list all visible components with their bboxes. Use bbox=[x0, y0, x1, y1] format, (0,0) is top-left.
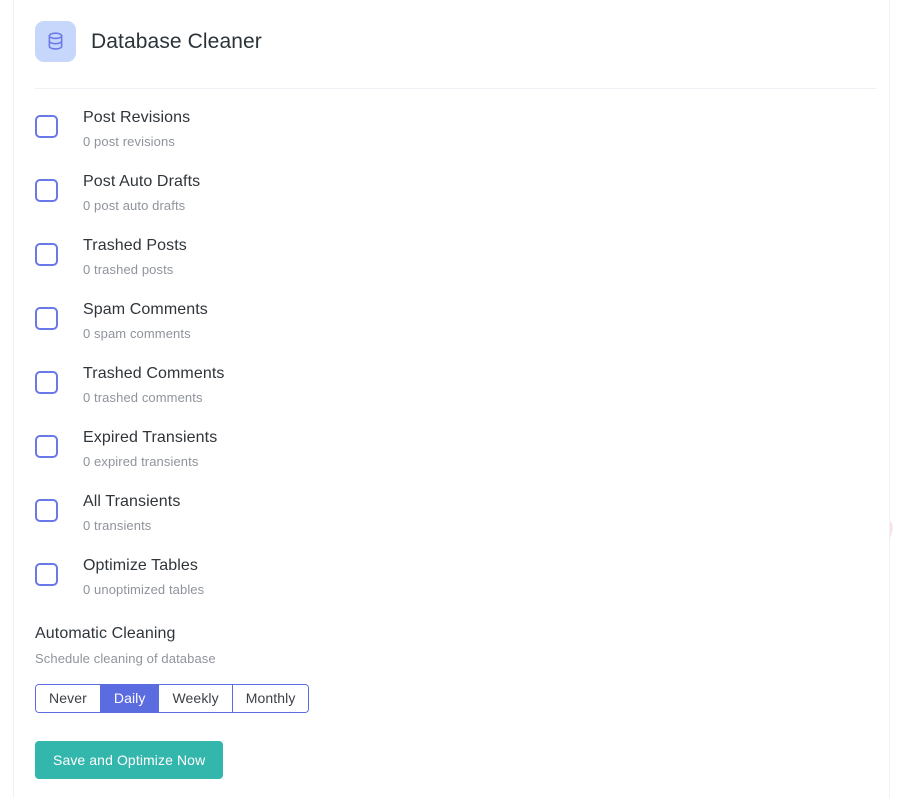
list-item-count: 0 trashed posts bbox=[83, 262, 174, 277]
schedule-option-weekly[interactable]: Weekly bbox=[159, 685, 233, 712]
list-item-text: Trashed Comments 0 trashed comments bbox=[35, 363, 889, 408]
checkbox-optimize-tables[interactable] bbox=[35, 563, 58, 586]
checkbox-expired-transients[interactable] bbox=[35, 435, 58, 458]
list-item-count: 0 transients bbox=[83, 518, 152, 533]
list-item: Spam Comments 0 spam comments bbox=[14, 299, 889, 363]
schedule-option-never[interactable]: Never bbox=[36, 685, 101, 712]
automatic-cleaning-title: Automatic Cleaning bbox=[35, 625, 176, 642]
checkbox-post-revisions[interactable] bbox=[35, 115, 58, 138]
page-title: Database Cleaner bbox=[91, 30, 262, 53]
list-item: Post Revisions 0 post revisions bbox=[14, 107, 889, 171]
list-item-text: Optimize Tables 0 unoptimized tables bbox=[35, 555, 889, 600]
card-header: Database Cleaner bbox=[14, 0, 889, 89]
page-root: https://www.pythonthree.com 晓得博客 Databas… bbox=[0, 0, 901, 798]
list-item: All Transients 0 transients bbox=[14, 491, 889, 555]
cleanup-item-list: Post Revisions 0 post revisions Post Aut… bbox=[14, 88, 889, 619]
header-divider bbox=[35, 88, 876, 89]
checkbox-all-transients[interactable] bbox=[35, 499, 58, 522]
list-item-label: Spam Comments bbox=[83, 301, 208, 318]
list-item-text: Trashed Posts 0 trashed posts bbox=[35, 235, 889, 280]
list-item: Post Auto Drafts 0 post auto drafts bbox=[14, 171, 889, 235]
list-item-label: All Transients bbox=[83, 493, 181, 510]
list-item-label: Optimize Tables bbox=[83, 557, 199, 574]
schedule-option-monthly[interactable]: Monthly bbox=[232, 685, 309, 712]
database-icon bbox=[35, 21, 76, 62]
list-item-text: Post Revisions 0 post revisions bbox=[35, 107, 889, 152]
schedule-segmented-control[interactable]: Never Daily Weekly Monthly bbox=[35, 684, 310, 713]
schedule-option-daily[interactable]: Daily bbox=[100, 685, 160, 712]
checkbox-trashed-posts[interactable] bbox=[35, 243, 58, 266]
list-item-text: Spam Comments 0 spam comments bbox=[35, 299, 889, 344]
list-item-label: Trashed Posts bbox=[83, 237, 187, 254]
list-item-count: 0 post revisions bbox=[83, 134, 175, 149]
list-item-text: Post Auto Drafts 0 post auto drafts bbox=[35, 171, 889, 216]
list-item: Optimize Tables 0 unoptimized tables bbox=[14, 555, 889, 619]
checkbox-trashed-comments[interactable] bbox=[35, 371, 58, 394]
list-item-count: 0 post auto drafts bbox=[83, 198, 186, 213]
database-cleaner-card: Database Cleaner Post Revisions 0 post r… bbox=[13, 0, 890, 798]
checkbox-spam-comments[interactable] bbox=[35, 307, 58, 330]
save-and-optimize-button[interactable]: Save and Optimize Now bbox=[35, 741, 224, 779]
automatic-cleaning-section: Automatic Cleaning Schedule cleaning of … bbox=[14, 619, 889, 713]
list-item: Trashed Comments 0 trashed comments bbox=[14, 363, 889, 427]
list-item-label: Expired Transients bbox=[83, 429, 218, 446]
list-item-count: 0 expired transients bbox=[83, 454, 199, 469]
list-item-text: All Transients 0 transients bbox=[35, 491, 889, 536]
list-item-count: 0 trashed comments bbox=[83, 390, 203, 405]
list-item-label: Post Auto Drafts bbox=[83, 173, 201, 190]
list-item: Trashed Posts 0 trashed posts bbox=[14, 235, 889, 299]
list-item-count: 0 spam comments bbox=[83, 326, 191, 341]
list-item-count: 0 unoptimized tables bbox=[83, 582, 205, 597]
list-item-label: Trashed Comments bbox=[83, 365, 225, 382]
automatic-cleaning-subtitle: Schedule cleaning of database bbox=[35, 651, 216, 666]
checkbox-post-auto-drafts[interactable] bbox=[35, 179, 58, 202]
list-item: Expired Transients 0 expired transients bbox=[14, 427, 889, 491]
list-item-label: Post Revisions bbox=[83, 109, 191, 126]
list-item-text: Expired Transients 0 expired transients bbox=[35, 427, 889, 472]
